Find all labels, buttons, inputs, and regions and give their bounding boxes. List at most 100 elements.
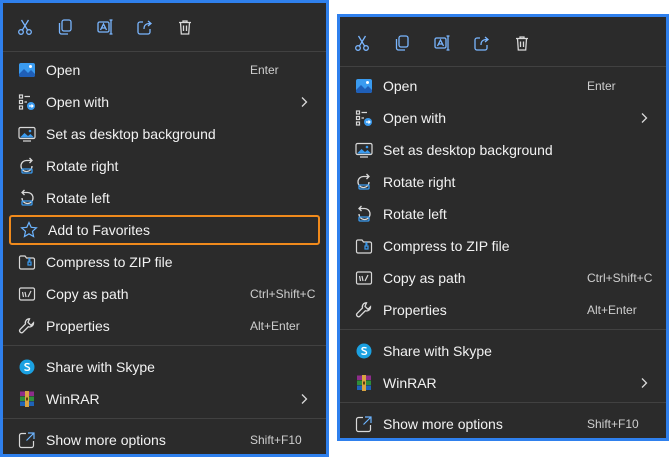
chevron-right-icon <box>301 97 308 107</box>
winrar-icon <box>354 373 374 393</box>
menu-item-label: Rotate right <box>383 174 456 190</box>
context-menu-with-favorites: Open Enter Open with Set as desktop back… <box>0 0 329 457</box>
context-menu-without-favorites: Open Enter Open with Set as desktop back… <box>337 14 669 441</box>
photos-icon <box>17 60 37 80</box>
star-icon <box>19 220 39 240</box>
wrench-icon <box>354 300 374 320</box>
shortcut-label: Enter <box>250 63 279 77</box>
menu-item-label: WinRAR <box>46 391 100 407</box>
rename-button[interactable] <box>91 13 119 41</box>
menu-item-open[interactable]: Open Enter <box>346 71 660 101</box>
share-button[interactable] <box>468 29 496 57</box>
menu-item-label: Share with Skype <box>383 343 492 359</box>
shortcut-label: Shift+F10 <box>587 417 639 431</box>
share-icon <box>474 36 490 51</box>
menu-item-label: Compress to ZIP file <box>383 238 510 254</box>
zip-folder-icon <box>354 236 374 256</box>
copy-path-icon <box>354 268 374 288</box>
separator <box>340 402 666 403</box>
cut-button[interactable] <box>348 29 376 57</box>
menu-item-copy-as-path[interactable]: Copy as path Ctrl+Shift+C <box>346 263 660 293</box>
menu-item-label: Set as desktop background <box>383 142 553 158</box>
shortcut-label: Enter <box>587 79 616 93</box>
menu-item-show-more-options[interactable]: Show more options Shift+F10 <box>9 425 320 455</box>
more-options-icon <box>354 414 374 434</box>
menu-item-label: Rotate left <box>46 190 110 206</box>
photos-icon <box>354 76 374 96</box>
copy-button[interactable] <box>388 29 416 57</box>
quick-actions-toolbar <box>3 7 326 47</box>
menu-item-rotate-left[interactable]: Rotate left <box>9 183 320 213</box>
menu-item-winrar[interactable]: WinRAR <box>346 368 660 398</box>
menu-item-winrar[interactable]: WinRAR <box>9 384 320 414</box>
delete-button[interactable] <box>508 29 536 57</box>
quick-actions-toolbar <box>340 23 666 63</box>
skype-icon <box>354 341 374 361</box>
winrar-icon <box>17 389 37 409</box>
shortcut-label: Alt+Enter <box>587 303 637 317</box>
separator <box>3 418 326 419</box>
shortcut-label: Ctrl+Shift+C <box>587 271 653 285</box>
delete-icon <box>179 20 191 35</box>
menu-item-rotate-right[interactable]: Rotate right <box>346 167 660 197</box>
menu-item-open-with[interactable]: Open with <box>346 103 660 133</box>
menu-item-label: Open with <box>383 110 447 126</box>
menu-item-add-to-favorites[interactable]: Add to Favorites <box>9 215 320 245</box>
menu-item-label: Rotate left <box>383 206 447 222</box>
menu-item-label: Copy as path <box>46 286 129 302</box>
share-icon <box>137 20 153 35</box>
menu-item-properties[interactable]: Properties Alt+Enter <box>9 311 320 341</box>
copy-icon <box>395 35 409 51</box>
menu-item-rotate-left[interactable]: Rotate left <box>346 199 660 229</box>
copy-button[interactable] <box>51 13 79 41</box>
copy-path-icon <box>17 284 37 304</box>
menu-item-label: Show more options <box>46 432 166 448</box>
menu-item-label: Properties <box>46 318 110 334</box>
menu-item-label: Set as desktop background <box>46 126 216 142</box>
open-with-icon <box>17 92 37 112</box>
rotate-left-icon <box>17 188 37 208</box>
menu-item-label: Add to Favorites <box>48 222 150 238</box>
share-button[interactable] <box>131 13 159 41</box>
separator <box>340 329 666 330</box>
menu-item-compress-zip[interactable]: Compress to ZIP file <box>346 231 660 261</box>
toolbar-separator <box>340 66 666 67</box>
delete-button[interactable] <box>171 13 199 41</box>
menu-item-label: Compress to ZIP file <box>46 254 173 270</box>
menu-item-open-with[interactable]: Open with <box>9 87 320 117</box>
cut-button[interactable] <box>11 13 39 41</box>
rename-icon <box>97 19 113 35</box>
menu-item-rotate-right[interactable]: Rotate right <box>9 151 320 181</box>
rename-button[interactable] <box>428 29 456 57</box>
menu-item-open[interactable]: Open Enter <box>9 55 320 85</box>
chevron-right-icon <box>301 394 308 404</box>
menu-item-label: Open <box>46 62 81 78</box>
menu-item-set-desktop-background[interactable]: Set as desktop background <box>346 135 660 165</box>
separator <box>3 345 326 346</box>
menu-item-set-desktop-background[interactable]: Set as desktop background <box>9 119 320 149</box>
menu-item-share-with-skype[interactable]: Share with Skype <box>346 336 660 366</box>
menu-item-label: Open <box>383 78 418 94</box>
menu-item-label: Properties <box>383 302 447 318</box>
menu-item-label: Rotate right <box>46 158 119 174</box>
rename-icon <box>434 35 450 51</box>
menu-item-copy-as-path[interactable]: Copy as path Ctrl+Shift+C <box>9 279 320 309</box>
menu-item-label: Show more options <box>383 416 503 432</box>
menu-item-share-with-skype[interactable]: Share with Skype <box>9 352 320 382</box>
skype-icon <box>17 357 37 377</box>
menu-item-label: Share with Skype <box>46 359 155 375</box>
open-with-icon <box>354 108 374 128</box>
cut-icon <box>355 35 369 51</box>
desktop-background-icon <box>354 140 374 160</box>
menu-item-label: Copy as path <box>383 270 466 286</box>
menu-item-properties[interactable]: Properties Alt+Enter <box>346 295 660 325</box>
chevron-right-icon <box>641 378 648 388</box>
shortcut-label: Alt+Enter <box>250 319 300 333</box>
menu-item-show-more-options[interactable]: Show more options Shift+F10 <box>346 409 660 439</box>
rotate-left-icon <box>354 204 374 224</box>
zip-folder-icon <box>17 252 37 272</box>
desktop-background-icon <box>17 124 37 144</box>
rotate-right-icon <box>354 172 374 192</box>
menu-item-compress-zip[interactable]: Compress to ZIP file <box>9 247 320 277</box>
toolbar-separator <box>3 51 326 52</box>
